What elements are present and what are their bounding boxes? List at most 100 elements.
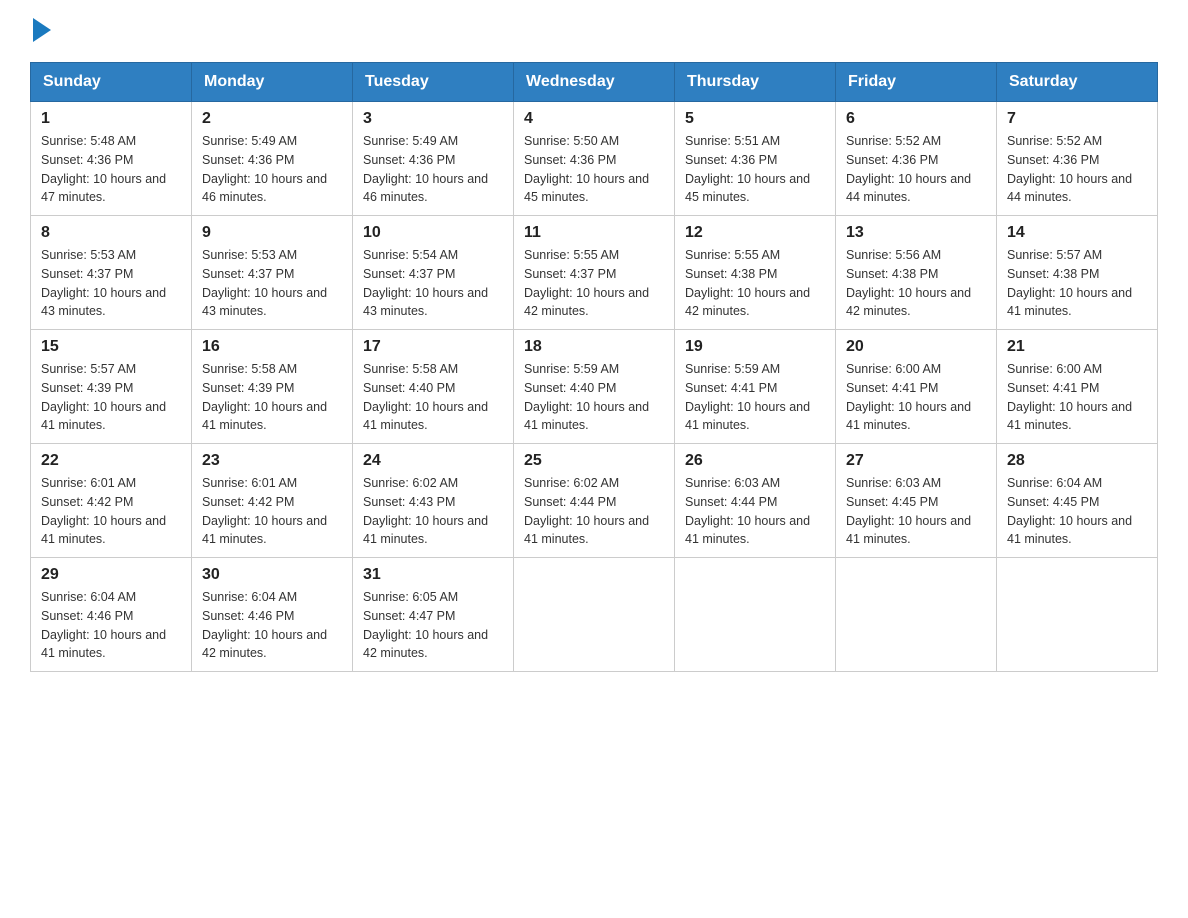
day-info: Sunrise: 6:00 AMSunset: 4:41 PMDaylight:… — [846, 360, 986, 435]
calendar-week-row: 1 Sunrise: 5:48 AMSunset: 4:36 PMDaylight… — [31, 102, 1158, 216]
day-number: 5 — [685, 110, 825, 128]
logo-arrow-icon — [33, 18, 51, 42]
day-number: 6 — [846, 110, 986, 128]
day-number: 1 — [41, 110, 181, 128]
calendar-week-row: 15 Sunrise: 5:57 AMSunset: 4:39 PMDayligh… — [31, 330, 1158, 444]
calendar-cell — [997, 558, 1158, 672]
calendar-cell — [675, 558, 836, 672]
day-number: 11 — [524, 224, 664, 242]
calendar-cell: 24 Sunrise: 6:02 AMSunset: 4:43 PMDayligh… — [353, 444, 514, 558]
day-number: 29 — [41, 566, 181, 584]
day-info: Sunrise: 5:49 AMSunset: 4:36 PMDaylight:… — [202, 132, 342, 207]
day-number: 9 — [202, 224, 342, 242]
day-info: Sunrise: 5:58 AMSunset: 4:40 PMDaylight:… — [363, 360, 503, 435]
column-header-sunday: Sunday — [31, 63, 192, 102]
calendar-cell: 12 Sunrise: 5:55 AMSunset: 4:38 PMDayligh… — [675, 216, 836, 330]
day-number: 20 — [846, 338, 986, 356]
day-info: Sunrise: 5:57 AMSunset: 4:38 PMDaylight:… — [1007, 246, 1147, 321]
day-info: Sunrise: 5:48 AMSunset: 4:36 PMDaylight:… — [41, 132, 181, 207]
day-number: 2 — [202, 110, 342, 128]
day-number: 18 — [524, 338, 664, 356]
calendar-cell: 29 Sunrise: 6:04 AMSunset: 4:46 PMDayligh… — [31, 558, 192, 672]
calendar-cell: 20 Sunrise: 6:00 AMSunset: 4:41 PMDayligh… — [836, 330, 997, 444]
day-info: Sunrise: 5:53 AMSunset: 4:37 PMDaylight:… — [202, 246, 342, 321]
day-info: Sunrise: 5:55 AMSunset: 4:37 PMDaylight:… — [524, 246, 664, 321]
day-number: 13 — [846, 224, 986, 242]
day-number: 8 — [41, 224, 181, 242]
day-info: Sunrise: 5:52 AMSunset: 4:36 PMDaylight:… — [1007, 132, 1147, 207]
day-info: Sunrise: 5:58 AMSunset: 4:39 PMDaylight:… — [202, 360, 342, 435]
day-number: 10 — [363, 224, 503, 242]
day-info: Sunrise: 6:01 AMSunset: 4:42 PMDaylight:… — [41, 474, 181, 549]
calendar-cell: 23 Sunrise: 6:01 AMSunset: 4:42 PMDayligh… — [192, 444, 353, 558]
day-number: 31 — [363, 566, 503, 584]
day-info: Sunrise: 5:51 AMSunset: 4:36 PMDaylight:… — [685, 132, 825, 207]
day-number: 25 — [524, 452, 664, 470]
column-header-wednesday: Wednesday — [514, 63, 675, 102]
calendar-header-row: SundayMondayTuesdayWednesdayThursdayFrid… — [31, 63, 1158, 102]
calendar-cell: 6Sunrise: 5:52 AMSunset: 4:36 PMDaylight… — [836, 102, 997, 216]
calendar-cell: 9 Sunrise: 5:53 AMSunset: 4:37 PMDaylight… — [192, 216, 353, 330]
calendar-cell: 3Sunrise: 5:49 AMSunset: 4:36 PMDaylight… — [353, 102, 514, 216]
day-number: 19 — [685, 338, 825, 356]
day-info: Sunrise: 5:53 AMSunset: 4:37 PMDaylight:… — [41, 246, 181, 321]
column-header-friday: Friday — [836, 63, 997, 102]
calendar-cell: 4 Sunrise: 5:50 AMSunset: 4:36 PMDaylight… — [514, 102, 675, 216]
day-number: 23 — [202, 452, 342, 470]
calendar-cell: 15 Sunrise: 5:57 AMSunset: 4:39 PMDayligh… — [31, 330, 192, 444]
calendar-table: SundayMondayTuesdayWednesdayThursdayFrid… — [30, 62, 1158, 672]
day-info: Sunrise: 5:59 AMSunset: 4:41 PMDaylight:… — [685, 360, 825, 435]
calendar-cell: 30 Sunrise: 6:04 AMSunset: 4:46 PMDayligh… — [192, 558, 353, 672]
column-header-saturday: Saturday — [997, 63, 1158, 102]
day-number: 12 — [685, 224, 825, 242]
day-info: Sunrise: 5:56 AMSunset: 4:38 PMDaylight:… — [846, 246, 986, 321]
column-header-tuesday: Tuesday — [353, 63, 514, 102]
calendar-cell — [514, 558, 675, 672]
calendar-cell: 13 Sunrise: 5:56 AMSunset: 4:38 PMDayligh… — [836, 216, 997, 330]
calendar-cell: 31 Sunrise: 6:05 AMSunset: 4:47 PMDayligh… — [353, 558, 514, 672]
day-number: 28 — [1007, 452, 1147, 470]
day-number: 4 — [524, 110, 664, 128]
calendar-cell: 14 Sunrise: 5:57 AMSunset: 4:38 PMDayligh… — [997, 216, 1158, 330]
calendar-cell: 8 Sunrise: 5:53 AMSunset: 4:37 PMDaylight… — [31, 216, 192, 330]
calendar-cell: 18 Sunrise: 5:59 AMSunset: 4:40 PMDayligh… — [514, 330, 675, 444]
day-info: Sunrise: 5:59 AMSunset: 4:40 PMDaylight:… — [524, 360, 664, 435]
calendar-cell: 25 Sunrise: 6:02 AMSunset: 4:44 PMDayligh… — [514, 444, 675, 558]
calendar-week-row: 22Sunrise: 6:01 AMSunset: 4:42 PMDayligh… — [31, 444, 1158, 558]
calendar-cell: 17Sunrise: 5:58 AMSunset: 4:40 PMDayligh… — [353, 330, 514, 444]
day-number: 15 — [41, 338, 181, 356]
calendar-cell: 22Sunrise: 6:01 AMSunset: 4:42 PMDayligh… — [31, 444, 192, 558]
day-info: Sunrise: 6:00 AMSunset: 4:41 PMDaylight:… — [1007, 360, 1147, 435]
calendar-cell: 19 Sunrise: 5:59 AMSunset: 4:41 PMDayligh… — [675, 330, 836, 444]
column-header-monday: Monday — [192, 63, 353, 102]
day-number: 26 — [685, 452, 825, 470]
day-number: 27 — [846, 452, 986, 470]
day-info: Sunrise: 6:04 AMSunset: 4:45 PMDaylight:… — [1007, 474, 1147, 549]
calendar-cell: 27 Sunrise: 6:03 AMSunset: 4:45 PMDayligh… — [836, 444, 997, 558]
day-info: Sunrise: 6:02 AMSunset: 4:44 PMDaylight:… — [524, 474, 664, 549]
column-header-thursday: Thursday — [675, 63, 836, 102]
day-info: Sunrise: 5:49 AMSunset: 4:36 PMDaylight:… — [363, 132, 503, 207]
calendar-cell: 16Sunrise: 5:58 AMSunset: 4:39 PMDayligh… — [192, 330, 353, 444]
day-info: Sunrise: 5:57 AMSunset: 4:39 PMDaylight:… — [41, 360, 181, 435]
calendar-cell — [836, 558, 997, 672]
day-info: Sunrise: 5:55 AMSunset: 4:38 PMDaylight:… — [685, 246, 825, 321]
calendar-cell: 26Sunrise: 6:03 AMSunset: 4:44 PMDayligh… — [675, 444, 836, 558]
day-info: Sunrise: 6:04 AMSunset: 4:46 PMDaylight:… — [202, 588, 342, 663]
day-number: 24 — [363, 452, 503, 470]
day-info: Sunrise: 6:02 AMSunset: 4:43 PMDaylight:… — [363, 474, 503, 549]
logo — [30, 20, 51, 42]
calendar-week-row: 8 Sunrise: 5:53 AMSunset: 4:37 PMDaylight… — [31, 216, 1158, 330]
day-number: 30 — [202, 566, 342, 584]
calendar-cell: 21 Sunrise: 6:00 AMSunset: 4:41 PMDayligh… — [997, 330, 1158, 444]
day-info: Sunrise: 6:05 AMSunset: 4:47 PMDaylight:… — [363, 588, 503, 663]
day-info: Sunrise: 5:50 AMSunset: 4:36 PMDaylight:… — [524, 132, 664, 207]
day-number: 21 — [1007, 338, 1147, 356]
day-info: Sunrise: 6:01 AMSunset: 4:42 PMDaylight:… — [202, 474, 342, 549]
day-number: 14 — [1007, 224, 1147, 242]
calendar-cell: 11 Sunrise: 5:55 AMSunset: 4:37 PMDayligh… — [514, 216, 675, 330]
day-info: Sunrise: 6:03 AMSunset: 4:45 PMDaylight:… — [846, 474, 986, 549]
page-header — [30, 20, 1158, 42]
calendar-cell: 5 Sunrise: 5:51 AMSunset: 4:36 PMDaylight… — [675, 102, 836, 216]
day-info: Sunrise: 6:04 AMSunset: 4:46 PMDaylight:… — [41, 588, 181, 663]
